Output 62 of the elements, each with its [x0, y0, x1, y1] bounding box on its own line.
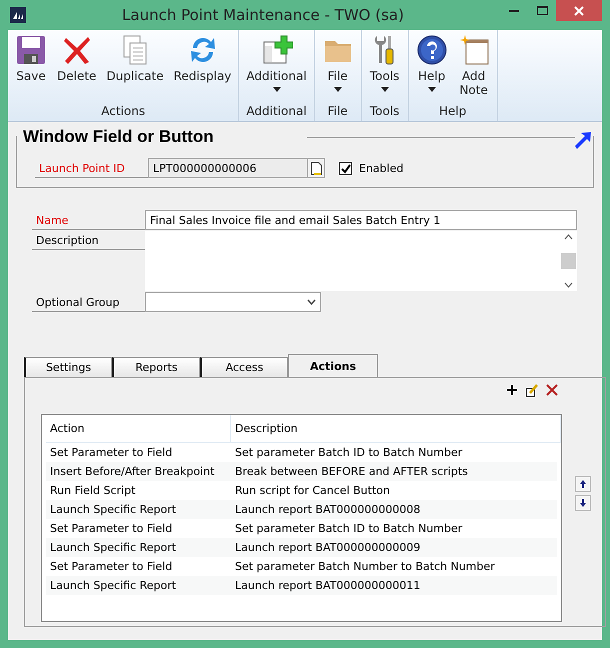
toolbar-button[interactable]: Duplicate [102, 32, 168, 104]
scroll-down-icon[interactable] [564, 282, 572, 288]
expand-arrow-icon[interactable] [573, 130, 593, 150]
delete-icon[interactable] [544, 382, 560, 398]
minimize-icon [509, 10, 519, 12]
group-label: Help [438, 104, 468, 120]
tab[interactable]: Actions [288, 354, 378, 378]
maximize-icon [536, 6, 548, 15]
enabled-checkbox[interactable] [339, 162, 352, 174]
table-cell-text: Launch Specific Report [49, 579, 178, 592]
table-cell-text: Launch report BAT000000000011 [234, 579, 420, 592]
edit-icon[interactable] [524, 382, 540, 398]
move-down-button[interactable] [575, 495, 591, 511]
lookup-button[interactable] [308, 158, 325, 178]
tab[interactable]: Reports [112, 357, 200, 377]
help-icon [416, 34, 448, 66]
table-cell-text: Run script for Cancel Button [234, 484, 390, 497]
column-header[interactable]: Description [231, 415, 561, 442]
table-cell-text: Insert Before/After Breakpoint [49, 465, 216, 478]
table-cell-text: Launch Specific Report [49, 503, 178, 516]
toolbar-button[interactable]: Delete [53, 32, 100, 104]
tab[interactable]: Access [200, 357, 288, 377]
checkbox-label: Enabled [359, 162, 404, 174]
column-header[interactable]: Action [46, 415, 231, 442]
toolbar-button[interactable]: Help [412, 32, 452, 104]
table-cell-text: Launch Specific Report [49, 541, 178, 554]
close-button[interactable] [556, 0, 602, 21]
toolbar-button[interactable]: Save [11, 32, 51, 104]
table-cell-text: Set Parameter to Field [49, 560, 174, 573]
tab[interactable]: Settings [24, 357, 112, 377]
scroll-up-icon[interactable] [564, 234, 572, 240]
table-cell-text: Run Field Script [49, 484, 136, 497]
add-icon[interactable] [504, 382, 520, 398]
table-cell-text: Set Parameter to Field [49, 522, 174, 535]
toolbar-button[interactable]: Redisplay [170, 32, 236, 104]
window-add-icon [260, 34, 293, 66]
group-label: Tools [368, 104, 400, 120]
table-cell-text: Set parameter Batch ID to Batch Number [234, 522, 462, 535]
scrollbar[interactable] [559, 231, 577, 291]
close-icon [574, 6, 584, 16]
toolbar-button[interactable]: Additional [242, 32, 311, 104]
table-cell-text: Launch report BAT000000000009 [234, 541, 420, 554]
table-cell-text: Set parameter Batch Number to Batch Number [234, 560, 495, 573]
toolbar-button[interactable]: File [318, 32, 358, 104]
window-title: Launch Point Maintenance - TWO (sa) [121, 6, 405, 24]
name-field[interactable]: Final Sales Invoice file and email Sales Batch Entry 1 [145, 210, 577, 230]
table-cell-text: Break between BEFORE and AFTER scripts [234, 465, 468, 478]
table-cell-text: Launch report BAT000000000008 [234, 503, 420, 516]
group-label: File [326, 104, 349, 120]
table-cell-text: Set parameter Batch ID to Batch Number [234, 446, 462, 459]
group-label: Additional [245, 104, 308, 120]
description-field[interactable] [145, 231, 577, 291]
toolbar-button[interactable]: Tools [364, 32, 405, 104]
arrow-down-icon [578, 498, 588, 508]
app-logo-icon [10, 7, 26, 23]
group-label: Actions [100, 104, 146, 120]
move-up-button[interactable] [575, 476, 591, 492]
table-cell-text: Set Parameter to Field [49, 446, 174, 459]
id-field[interactable]: LPT000000000006 [148, 158, 308, 178]
toolbar-button[interactable]: Add Note [454, 32, 494, 104]
arrow-up-icon [578, 479, 588, 489]
chevron-down-icon [307, 299, 316, 305]
